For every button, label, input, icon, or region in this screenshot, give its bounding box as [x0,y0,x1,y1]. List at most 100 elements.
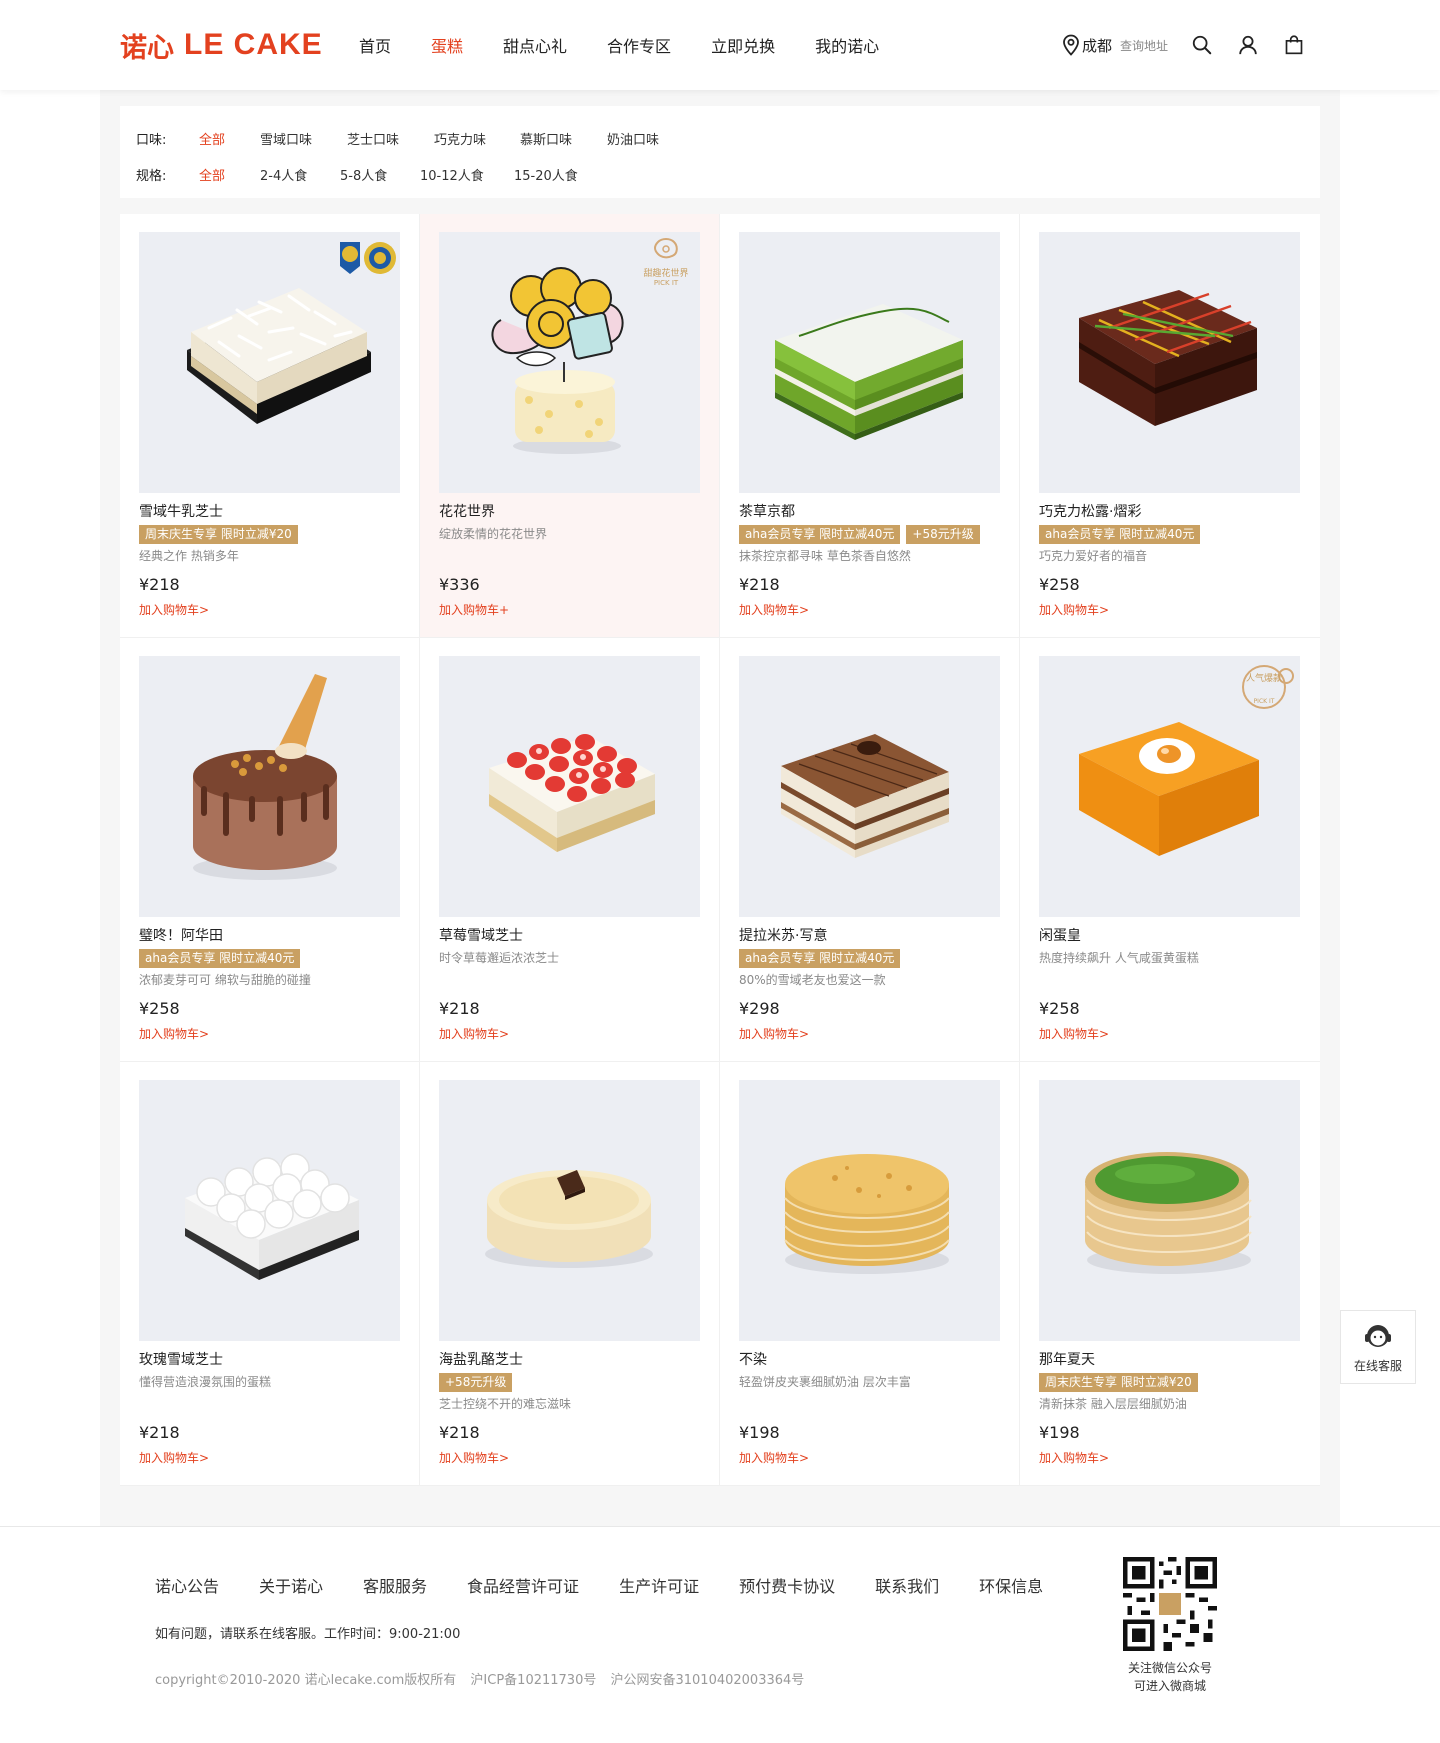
product-image[interactable] [739,232,1000,493]
product-image[interactable] [739,656,1000,917]
footer-link-announcement[interactable]: 诺心公告 [155,1573,219,1597]
product-price: ¥218 [439,999,480,1018]
product-name[interactable]: 那年夏天 [1039,1350,1301,1370]
add-to-cart-link[interactable]: 加入购物车> [139,1025,400,1043]
wechat-qr-code [1123,1557,1217,1651]
flavor-option-mousse[interactable]: 慕斯口味 [520,129,607,148]
product-name[interactable]: 海盐乳酪芝士 [439,1350,700,1370]
stamp-text: 人气爆款 [1246,674,1283,684]
product-desc: 懂得营造浪漫氛围的蛋糕 [139,1375,272,1389]
product-price: ¥258 [1039,999,1080,1018]
add-to-cart-link[interactable]: 加入购物车> [1039,1449,1301,1467]
location-selector[interactable]: 成都 查询地址 [1062,34,1168,56]
add-to-cart-link[interactable]: 加入购物车+ [439,601,700,619]
promo-tags: aha会员专享 限时立减40元 [139,949,400,968]
product-image[interactable] [139,656,400,917]
product-card[interactable]: 雪域牛乳芝士 周末庆生专享 限时立减¥20 经典之作 热销多年 ¥218 加入购… [120,214,420,638]
size-option-10-12[interactable]: 10-12人食 [420,165,514,184]
product-name[interactable]: 花花世界 [439,502,700,522]
footer-link-food-license[interactable]: 食品经营许可证 [467,1573,579,1597]
police-record-number[interactable]: 沪公网安备31010402003364号 [610,1673,804,1688]
add-to-cart-link[interactable]: 加入购物车> [739,1449,1000,1467]
promo-tags: 周末庆生专享 限时立减¥20 [1039,1373,1301,1392]
product-image[interactable] [139,1080,400,1341]
flavor-option-chocolate[interactable]: 巧克力味 [434,129,520,148]
product-card[interactable]: 那年夏天 周末庆生专享 限时立减¥20 清新抹茶 融入层层细腻奶油 ¥198 加… [1020,1062,1320,1486]
product-name[interactable]: 玫瑰雪域芝士 [139,1350,400,1370]
product-card[interactable]: 提拉米苏·写意 aha会员专享 限时立减40元 80%的雪域老友也爱这一款 ¥2… [720,638,1020,1062]
flavor-option-cheese[interactable]: 芝士口味 [347,129,434,148]
nav-my-account[interactable]: 我的诺心 [815,33,879,57]
product-card[interactable]: 甜趣花世界 PICK IT 花花世界 绽放柔情的花花世界 ¥336 加入购物车+ [420,214,720,638]
product-image[interactable] [739,1080,1000,1341]
product-price: ¥258 [1039,575,1080,594]
brand-logo[interactable]: 诺心 LE CAKE [120,26,359,65]
flavor-option-all[interactable]: 全部 [199,129,260,148]
product-image[interactable] [1039,232,1300,493]
product-card[interactable]: 海盐乳酪芝士 +58元升级 芝士控绕不开的难忘滋味 ¥218 加入购物车> [420,1062,720,1486]
size-option-5-8[interactable]: 5-8人食 [340,165,420,184]
product-card[interactable]: 巧克力松露·熠彩 aha会员专享 限时立减40元 巧克力爱好者的福音 ¥258 … [1020,214,1320,638]
footer-link-environment[interactable]: 环保信息 [979,1573,1043,1597]
product-name[interactable]: 巧克力松露·熠彩 [1039,502,1301,522]
promo-tag: 周末庆生专享 限时立减¥20 [1039,1373,1198,1392]
product-card[interactable]: 璧咚！阿华田 aha会员专享 限时立减40元 浓郁麦芽可可 绵软与甜脆的碰撞 ¥… [120,638,420,1062]
size-option-15-20[interactable]: 15-20人食 [514,165,578,184]
product-card[interactable]: 玫瑰雪域芝士 懂得营造浪漫氛围的蛋糕 ¥218 加入购物车> [120,1062,420,1486]
size-option-2-4[interactable]: 2-4人食 [260,165,340,184]
flavor-option-cream[interactable]: 奶油口味 [607,129,659,148]
product-desc: 时令草莓邂逅浓浓芝士 [439,951,560,965]
shopping-bag-icon[interactable] [1282,33,1306,57]
product-name[interactable]: 雪域牛乳芝士 [139,502,400,522]
nav-redeem[interactable]: 立即兑换 [711,33,775,57]
footer-link-contact[interactable]: 联系我们 [875,1573,939,1597]
nav-home[interactable]: 首页 [359,33,391,57]
user-icon[interactable] [1236,33,1260,57]
footer-link-prepaid-card[interactable]: 预付费卡协议 [739,1573,835,1597]
product-name[interactable]: 茶草京都 [739,502,1000,522]
size-option-all[interactable]: 全部 [199,165,260,184]
product-image[interactable] [439,656,700,917]
footer-link-service[interactable]: 客服服务 [363,1573,427,1597]
product-desc: 抹茶控京都寻味 草色茶香自悠然 [739,549,911,563]
product-desc: 经典之作 热销多年 [139,549,239,563]
address-hint[interactable]: 查询地址 [1120,37,1168,54]
search-icon[interactable] [1190,33,1214,57]
popular-stamp-icon: 人气爆款 PICK IT [1240,662,1296,712]
add-to-cart-link[interactable]: 加入购物车> [139,601,400,619]
product-image[interactable]: 甜趣花世界 PICK IT [439,232,700,493]
product-name[interactable]: 草莓雪域芝士 [439,926,700,946]
nav-desserts-gifts[interactable]: 甜点心礼 [503,33,567,57]
award-badges-icon [336,238,398,286]
flavor-option-snow[interactable]: 雪域口味 [260,129,347,148]
add-to-cart-link[interactable]: 加入购物车> [739,1025,1000,1043]
stamp-text: 甜趣花世界 [643,269,689,279]
product-name[interactable]: 提拉米苏·写意 [739,926,1000,946]
wechat-qr-block: 关注微信公众号 可进入微商城 [1115,1557,1225,1695]
nav-cake[interactable]: 蛋糕 [431,33,463,57]
promo-tag: 周末庆生专享 限时立减¥20 [139,525,298,544]
product-name[interactable]: 闲蛋皇 [1039,926,1301,946]
product-image[interactable]: 人气爆款 PICK IT [1039,656,1300,917]
add-to-cart-link[interactable]: 加入购物车> [1039,1025,1301,1043]
product-card[interactable]: 草莓雪域芝士 时令草莓邂逅浓浓芝士 ¥218 加入购物车> [420,638,720,1062]
add-to-cart-link[interactable]: 加入购物车> [739,601,1000,619]
add-to-cart-link[interactable]: 加入购物车> [439,1025,700,1043]
product-card[interactable]: 茶草京都 aha会员专享 限时立减40元 +58元升级 抹茶控京都寻味 草色茶香… [720,214,1020,638]
footer-link-about[interactable]: 关于诺心 [259,1573,323,1597]
add-to-cart-link[interactable]: 加入购物车> [1039,601,1301,619]
footer-link-production-license[interactable]: 生产许可证 [619,1573,699,1597]
product-image[interactable] [1039,1080,1300,1341]
nav-partnership[interactable]: 合作专区 [607,33,671,57]
product-card[interactable]: 不染 轻盈饼皮夹裹细腻奶油 层次丰富 ¥198 加入购物车> [720,1062,1020,1486]
product-price: ¥218 [139,575,180,594]
product-name[interactable]: 璧咚！阿华田 [139,926,400,946]
icp-number[interactable]: 沪ICP备10211730号 [470,1673,596,1688]
product-image[interactable] [139,232,400,493]
online-service-button[interactable]: 在线客服 [1340,1310,1416,1384]
add-to-cart-link[interactable]: 加入购物车> [439,1449,700,1467]
product-image[interactable] [439,1080,700,1341]
add-to-cart-link[interactable]: 加入购物车> [139,1449,400,1467]
product-name[interactable]: 不染 [739,1350,1000,1370]
product-card[interactable]: 人气爆款 PICK IT 闲蛋皇 热度持续飙升 人气咸蛋黄蛋糕 ¥258 加入购… [1020,638,1320,1062]
